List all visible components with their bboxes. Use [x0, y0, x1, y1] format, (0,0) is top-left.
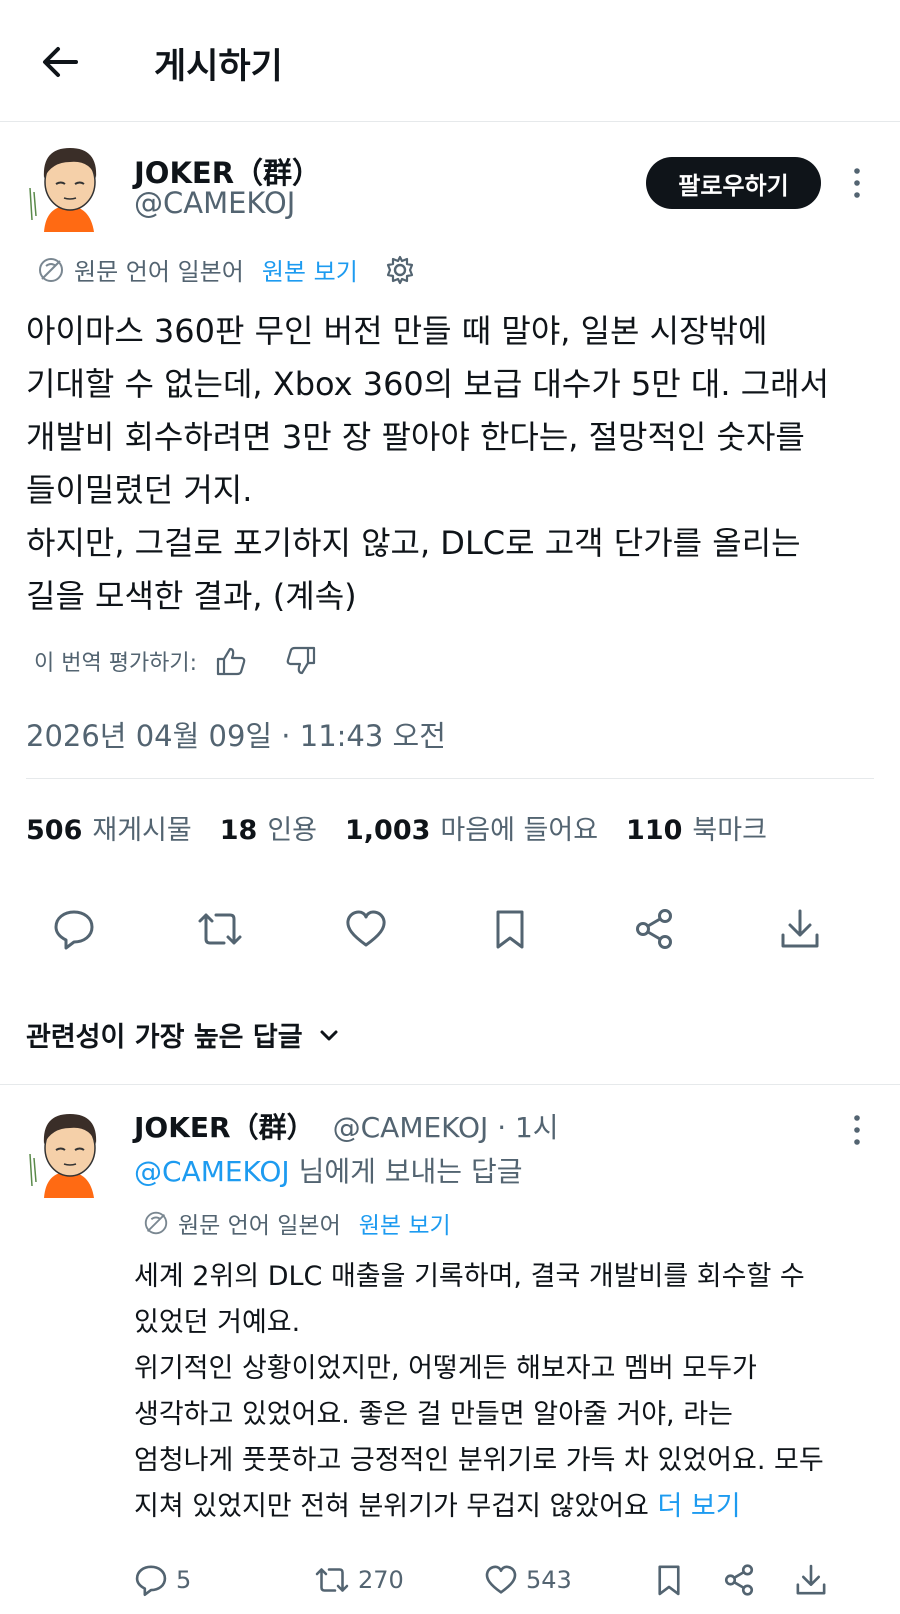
view-original-link[interactable]: 원본 보기 [262, 252, 358, 287]
bookmarks-label: 북마크 [692, 815, 767, 846]
reply-reply-button[interactable]: 5 [134, 1560, 191, 1600]
reply-icon [135, 1565, 167, 1596]
replying-to: @CAMEKOJ 님에게 보내는 답글 [134, 1150, 522, 1190]
quotes-label: 인용 [267, 815, 318, 846]
reply-text: 세계 2위의 DLC 매출을 기록하며, 결국 개발비를 회수할 수 있었던 거… [134, 1254, 884, 1530]
download-icon[interactable] [776, 905, 824, 953]
repost-count: 270 [358, 1566, 404, 1594]
share-icon[interactable] [630, 905, 678, 953]
bookmark-icon[interactable] [652, 1560, 686, 1600]
quotes-count: 18 [219, 815, 258, 846]
reply-sort-dropdown[interactable]: 관련성이 가장 높은 답글 [26, 1015, 341, 1054]
repost-icon [315, 1568, 349, 1592]
thumbs-up-icon[interactable] [215, 646, 247, 676]
translation-source: 원문 언어 일본어 [178, 1213, 341, 1239]
translate-icon [142, 1209, 170, 1237]
likes-count: 1,003 [345, 815, 431, 846]
view-original-link[interactable]: 원본 보기 [359, 1206, 451, 1240]
gear-icon[interactable] [384, 254, 416, 286]
back-arrow-icon[interactable] [38, 40, 82, 84]
thumbs-down-icon[interactable] [285, 646, 317, 676]
translate-icon [36, 255, 66, 285]
show-more-link[interactable]: 더 보기 [657, 1491, 740, 1522]
reply-header: JOKER（群） @CAMEKOJ · 1시 [134, 1106, 559, 1146]
rate-translation: 이 번역 평가하기: [34, 645, 317, 677]
post-text: 아이마스 360판 무인 버전 만들 때 말야, 일본 시장밖에 기대할 수 없… [26, 312, 830, 615]
chevron-down-icon [317, 1023, 341, 1047]
likes-label: 마음에 들어요 [440, 815, 599, 846]
reply-icon[interactable] [50, 905, 98, 953]
reply-avatar[interactable] [28, 1106, 108, 1198]
reply-handle-time[interactable]: @CAMEKOJ · 1시 [333, 1106, 559, 1146]
follow-button[interactable]: 팔로우하기 [646, 157, 821, 209]
replying-to-mention[interactable]: @CAMEKOJ [134, 1155, 290, 1188]
more-icon[interactable] [845, 165, 869, 201]
reposts-stat[interactable]: 506 재게시물 [26, 808, 192, 847]
like-icon[interactable] [342, 905, 390, 953]
reply-actions: 5 270 543 [134, 1560, 874, 1600]
post-timestamp[interactable]: 2026년 04월 09일 · 11:43 오전 [26, 713, 446, 755]
likes-stat[interactable]: 1,003 마음에 들어요 [345, 808, 598, 847]
divider [0, 1084, 900, 1085]
reply-text-body: 세계 2위의 DLC 매출을 기록하며, 결국 개발비를 회수할 수 있었던 거… [134, 1261, 824, 1522]
reposts-count: 506 [26, 815, 83, 846]
bookmarks-stat[interactable]: 110 북마크 [626, 808, 767, 847]
reply-like-button[interactable]: 543 [484, 1560, 572, 1600]
share-icon[interactable] [722, 1560, 756, 1600]
page-title: 게시하기 [154, 47, 283, 87]
quotes-stat[interactable]: 18 인용 [220, 808, 317, 847]
reply-repost-button[interactable]: 270 [314, 1560, 404, 1600]
translation-notice: 원문 언어 일본어 원본 보기 [36, 252, 416, 287]
reply-count: 5 [176, 1566, 192, 1594]
more-icon[interactable] [845, 1112, 869, 1148]
avatar[interactable] [28, 140, 108, 232]
author-handle[interactable]: @CAMEKOJ [134, 186, 295, 220]
sort-label: 관련성이 가장 높은 답글 [26, 1022, 303, 1053]
download-icon[interactable] [794, 1560, 828, 1600]
bookmark-icon[interactable] [486, 905, 534, 953]
reply-translation-notice: 원문 언어 일본어 원본 보기 [142, 1206, 451, 1240]
rate-translation-label: 이 번역 평가하기: [34, 651, 198, 676]
divider [26, 778, 874, 779]
reply-author-name[interactable]: JOKER（群） [134, 1106, 315, 1146]
reposts-label: 재게시물 [92, 815, 192, 846]
translation-source: 원문 언어 일본어 [74, 258, 244, 286]
post-actions [48, 905, 858, 953]
replying-to-suffix: 님에게 보내는 답글 [289, 1155, 523, 1188]
repost-icon[interactable] [196, 905, 244, 953]
like-count: 543 [526, 1566, 572, 1594]
top-bar: 게시하기 [0, 0, 900, 122]
like-icon [485, 1565, 517, 1594]
bookmarks-count: 110 [626, 815, 683, 846]
engagement-stats: 506 재게시물 18 인용 1,003 마음에 들어요 110 북마크 [26, 808, 795, 847]
